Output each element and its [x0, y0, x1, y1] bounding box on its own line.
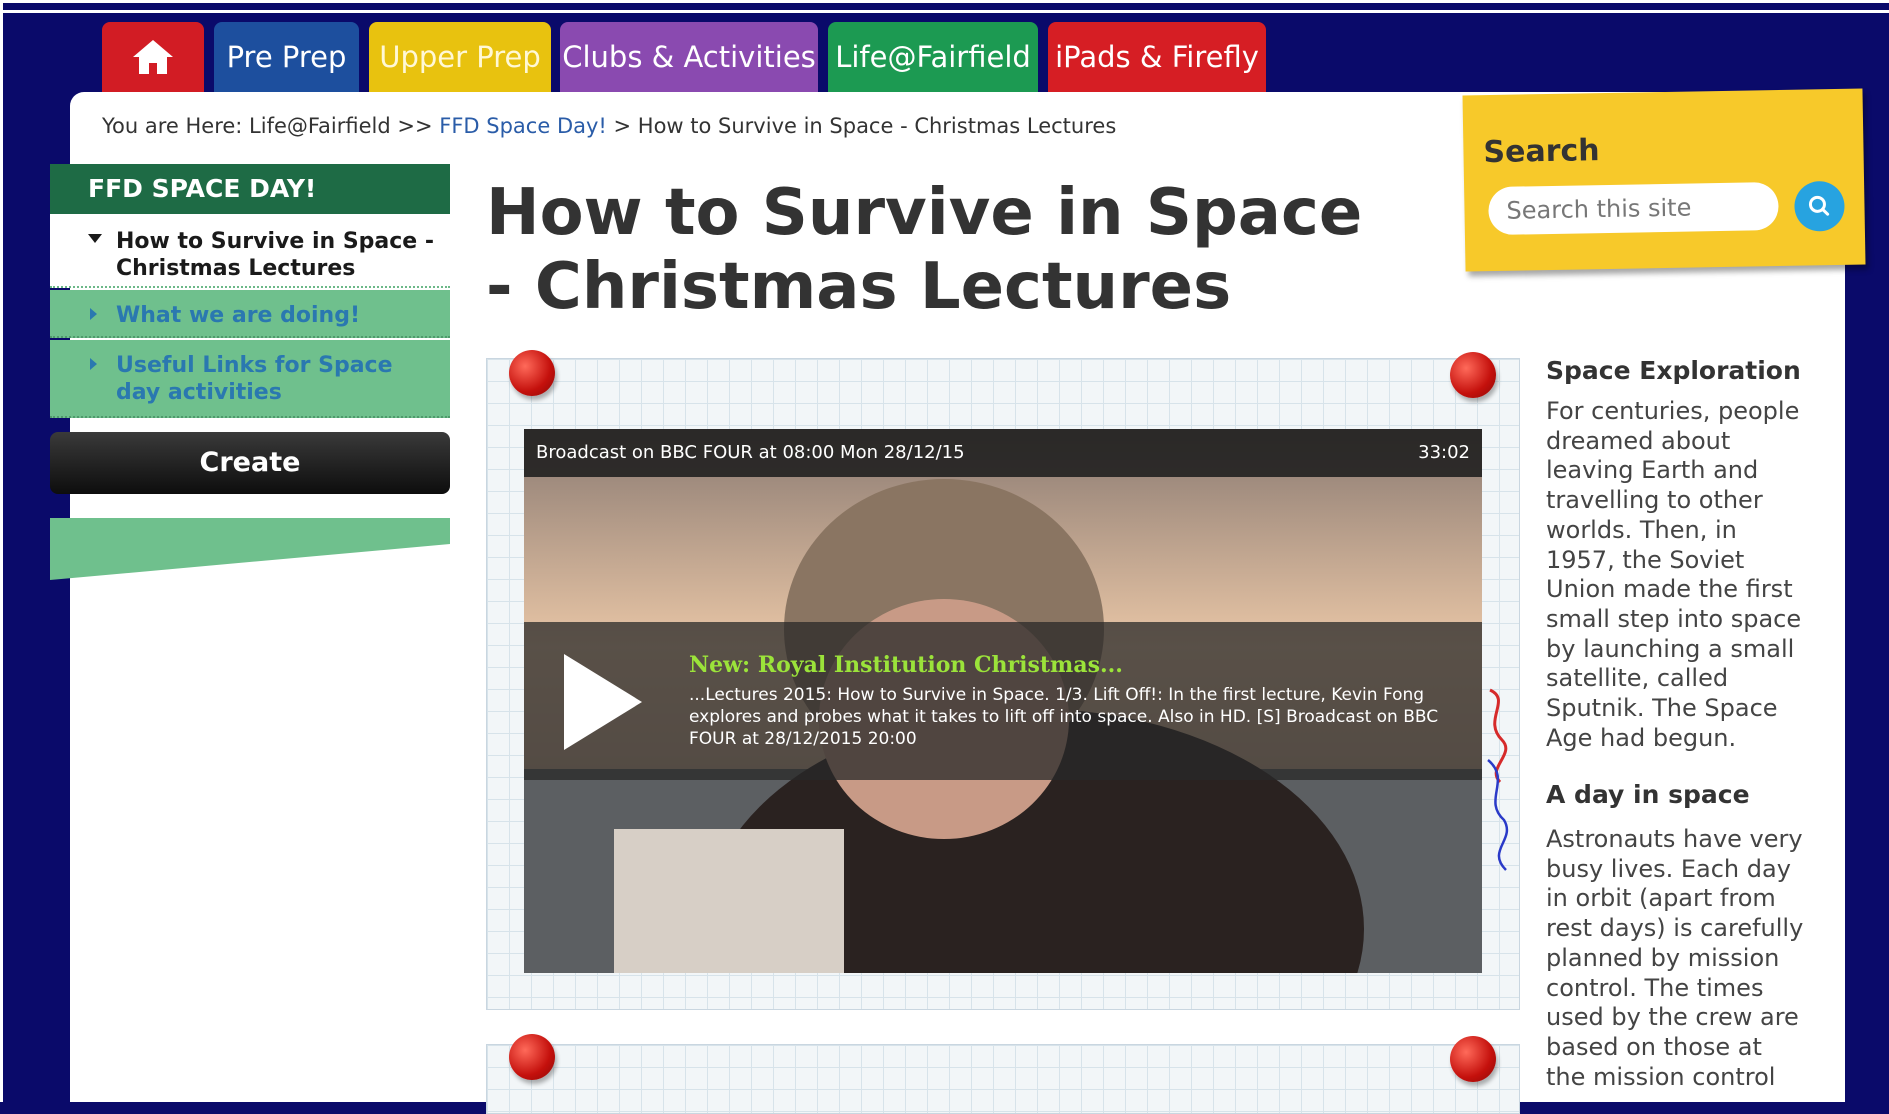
pushpin-icon — [509, 350, 555, 396]
section-heading: Space Exploration — [1546, 356, 1801, 385]
page-title: How to Survive in Space - Christmas Lect… — [486, 176, 1363, 324]
video-overlay: New: Royal Institution Christmas... ...L… — [524, 622, 1482, 780]
tab-label: Upper Prep — [379, 40, 541, 74]
text-line: control. The times — [1546, 973, 1764, 1002]
breadcrumb-prefix: You are Here: Life@Fairfield >> — [102, 114, 440, 138]
text-line: satellite, called — [1546, 664, 1729, 693]
video-info-bar: Broadcast on BBC FOUR at 08:00 Mon 28/12… — [524, 429, 1482, 477]
text-line: leaving Earth and — [1546, 456, 1759, 485]
tab-label: Life@Fairfield — [835, 40, 1031, 74]
tab-ipads-firefly[interactable]: iPads & Firefly — [1048, 22, 1266, 92]
text-line: in orbit (apart from — [1546, 884, 1776, 913]
tab-pre-prep[interactable]: Pre Prep — [214, 22, 359, 92]
text-line: busy lives. Each day — [1546, 854, 1791, 883]
search-icon — [1808, 195, 1830, 216]
text-line: used by the crew are — [1546, 1003, 1799, 1032]
tab-label: iPads & Firefly — [1055, 40, 1259, 74]
video-board-2 — [486, 1044, 1520, 1114]
search-title: Search — [1483, 133, 1600, 171]
search-input[interactable] — [1488, 182, 1779, 236]
video-headline: New: Royal Institution Christmas... — [689, 652, 1123, 678]
sidebar-item-useful-links[interactable]: Useful Links for Space day activities — [50, 340, 450, 418]
text-line: dreamed about — [1546, 426, 1731, 455]
text-line: 1957, the Soviet — [1546, 545, 1745, 574]
decorative-ribbon — [50, 518, 450, 580]
text-line: Astronauts have very — [1546, 825, 1803, 853]
section-heading: A day in space — [1546, 780, 1750, 809]
tab-label: Clubs & Activities — [562, 40, 816, 74]
play-icon[interactable] — [564, 654, 642, 750]
breadcrumb-link-space-day[interactable]: FFD Space Day! — [439, 114, 607, 138]
breadcrumb: You are Here: Life@Fairfield >> FFD Spac… — [102, 114, 1116, 138]
tab-upper-prep[interactable]: Upper Prep — [369, 22, 551, 92]
expand-arrow-icon — [90, 308, 97, 320]
tab-home[interactable] — [102, 22, 204, 92]
sidebar-item-what-we-are-doing[interactable]: What we are doing! — [50, 290, 450, 338]
text-line: worlds. Then, in — [1546, 515, 1737, 544]
sidebar-item-label: What we are doing! — [116, 303, 360, 328]
create-button[interactable]: Create — [50, 432, 450, 494]
home-icon — [133, 40, 173, 74]
text-line: based on those at — [1546, 1032, 1762, 1061]
sidebar-item-label: Useful Links for Space day activities — [116, 353, 393, 405]
text-line: travelling to other — [1546, 486, 1763, 515]
text-line: Age had begun. — [1546, 723, 1737, 752]
tab-clubs-activities[interactable]: Clubs & Activities — [560, 22, 818, 92]
video-description: ...Lectures 2015: How to Survive in Spac… — [689, 685, 1439, 749]
text-line: by launching a small — [1546, 634, 1795, 663]
text-line: planned by mission — [1546, 943, 1780, 972]
breadcrumb-separator: > — [606, 114, 638, 138]
text-line: Sputnik. The Space — [1546, 694, 1778, 723]
search-button[interactable] — [1794, 180, 1845, 232]
pushpin-icon — [509, 1034, 555, 1080]
text-line: small step into space — [1546, 604, 1802, 633]
section-text: For centuries, people dreamed about leav… — [1546, 397, 1831, 753]
text-line: the mission control — [1546, 1062, 1776, 1091]
tab-label: Pre Prep — [226, 40, 347, 74]
breadcrumb-current: How to Survive in Space - Christmas Lect… — [637, 114, 1117, 138]
search-panel: Search — [1462, 88, 1866, 272]
text-line: For centuries, people — [1546, 397, 1800, 425]
day-in-space-section: A day in space Astronauts have very busy… — [1546, 780, 1831, 1092]
sidebar-item-how-to-survive[interactable]: How to Survive in Space - Christmas Lect… — [50, 214, 450, 288]
video-duration: 33:02 — [1418, 442, 1470, 463]
video-player[interactable]: Broadcast on BBC FOUR at 08:00 Mon 28/12… — [524, 429, 1482, 973]
sidebar-heading: FFD SPACE DAY! — [50, 164, 450, 214]
tab-life-at-fairfield[interactable]: Life@Fairfield — [828, 22, 1038, 92]
expand-arrow-icon — [88, 234, 102, 243]
scribble-decoration — [1487, 688, 1509, 871]
broadcast-info: Broadcast on BBC FOUR at 08:00 Mon 28/12… — [536, 442, 965, 463]
sidebar-item-label: How to Survive in Space - Christmas Lect… — [116, 229, 435, 281]
section-text: Astronauts have very busy lives. Each da… — [1546, 825, 1831, 1092]
expand-arrow-icon — [90, 358, 97, 370]
text-line: Union made the first — [1546, 575, 1793, 604]
pushpin-icon — [1450, 352, 1496, 398]
pushpin-icon — [1450, 1036, 1496, 1082]
space-exploration-section: Space Exploration For centuries, people … — [1546, 356, 1831, 753]
text-line: rest days) is carefully — [1546, 914, 1804, 943]
